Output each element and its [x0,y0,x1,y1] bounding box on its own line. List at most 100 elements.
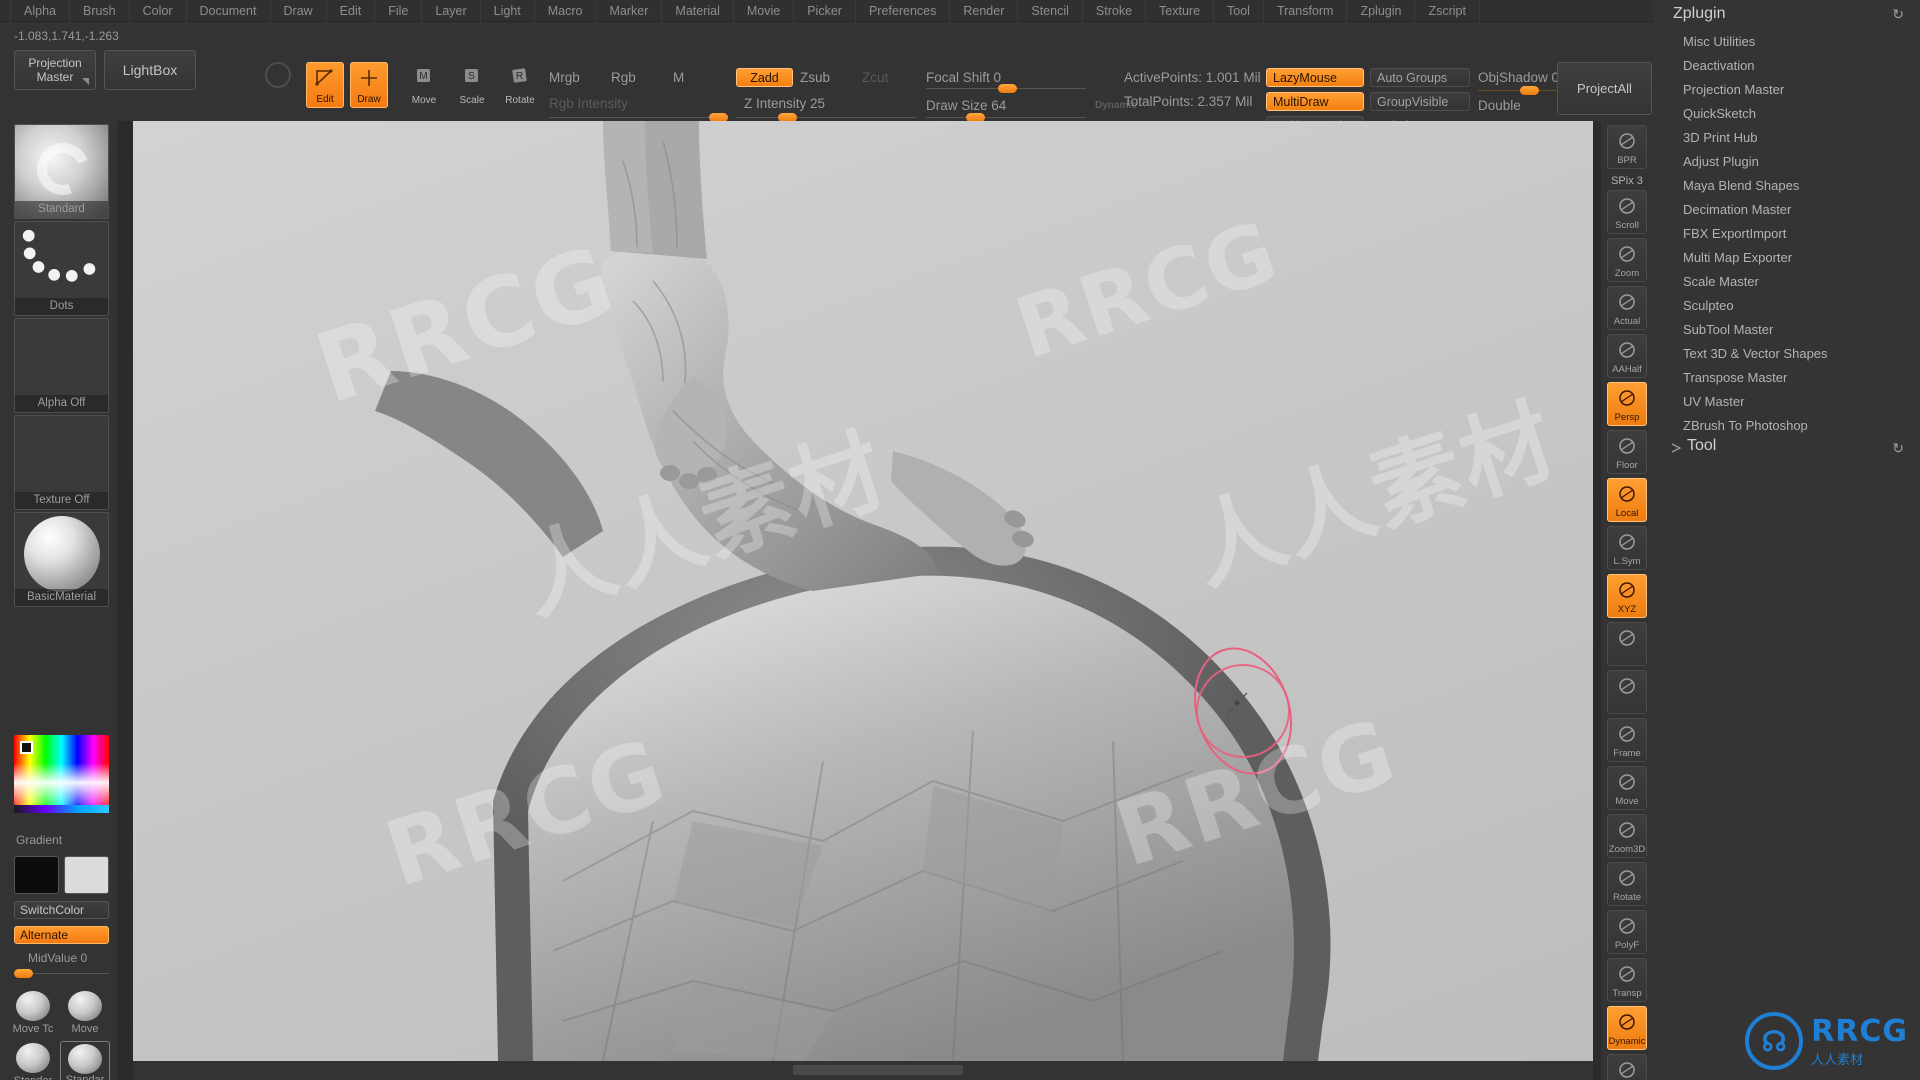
rail-button-scroll[interactable]: Scroll [1607,190,1647,234]
zplugin-item-fbx-exportimport[interactable]: FBX ExportImport [1683,226,1786,241]
project-all-button[interactable]: ProjectAll [1557,62,1652,115]
zplugin-item-maya-blend-shapes[interactable]: Maya Blend Shapes [1683,178,1799,193]
z-intensity-label[interactable]: Z Intensity 25 [744,96,825,111]
menu-item-zplugin[interactable]: Zplugin [1347,0,1415,22]
rail-button-dynamic[interactable]: Dynamic [1607,1006,1647,1050]
draw-size-slider[interactable] [926,117,1086,118]
quick-pick-brush[interactable]: Standar [8,1041,58,1080]
zplugin-item-scale-master[interactable]: Scale Master [1683,274,1759,289]
lightbox-button[interactable]: LightBox [104,50,196,90]
rail-button-actual[interactable]: Actual [1607,286,1647,330]
menu-item-movie[interactable]: Movie [734,0,794,22]
focal-shift-slider[interactable] [926,88,1086,89]
group-visible-toggle[interactable]: GroupVisible [1370,92,1470,111]
rail-button-xyz[interactable]: XYZ [1607,574,1647,618]
zplugin-item-uv-master[interactable]: UV Master [1683,394,1744,409]
rail-button-zoom3d[interactable]: Zoom3D [1607,814,1647,858]
mid-value-label[interactable]: MidValue 0 [28,951,87,965]
focal-shift-knob[interactable] [998,84,1017,93]
tool-refresh-icon[interactable]: ↻ [1892,440,1904,457]
menu-item-edit[interactable]: Edit [327,0,376,22]
current-brush-swatch[interactable]: Standard [14,124,109,219]
draw-size-label[interactable]: Draw Size 64 [926,98,1006,113]
rail-button-floor[interactable]: Floor [1607,430,1647,474]
menu-item-texture[interactable]: Texture [1146,0,1214,22]
quick-pick-brush[interactable]: Move Tc [8,989,58,1035]
projection-master-button[interactable]: Projection Master [14,50,96,90]
zplugin-item-subtool-master[interactable]: SubTool Master [1683,322,1773,337]
zplugin-item-3d-print-hub[interactable]: 3D Print Hub [1683,130,1757,145]
lazy-mouse-toggle[interactable]: LazyMouse [1266,68,1364,87]
rail-button-rotate[interactable]: Rotate [1607,862,1647,906]
canvas-scrollbar-horizontal[interactable] [133,1061,1593,1080]
menu-item-zscript[interactable]: Zscript [1415,0,1480,22]
menu-item-alpha[interactable]: Alpha [10,0,70,22]
color-picker-marker[interactable] [20,741,33,754]
zplugin-item-quicksketch[interactable]: QuickSketch [1683,106,1756,121]
rail-button-persp[interactable]: Persp [1607,382,1647,426]
multi-draw-toggle[interactable]: MultiDraw [1266,92,1364,111]
rgb-intensity-label[interactable]: Rgb Intensity [549,96,628,111]
zplugin-item-adjust-plugin[interactable]: Adjust Plugin [1683,154,1759,169]
current-texture-swatch[interactable]: Texture Off [14,415,109,510]
rgb-intensity-slider[interactable] [549,117,719,118]
scale-button[interactable]: S Scale [453,62,491,108]
draw-button[interactable]: Draw [350,62,388,108]
rail-button-solo[interactable]: Solo [1607,1054,1647,1080]
menu-item-draw[interactable]: Draw [271,0,327,22]
menu-item-stencil[interactable]: Stencil [1018,0,1083,22]
zplugin-item-deactivation[interactable]: Deactivation [1683,58,1755,73]
m-toggle[interactable]: M [673,70,684,85]
gradient-bar[interactable] [14,805,109,813]
rail-button-zoom[interactable]: Zoom [1607,238,1647,282]
zcut-toggle[interactable]: Zcut [862,70,888,85]
current-material-swatch[interactable]: BasicMaterial [14,512,109,607]
quick-pick-brush[interactable]: Standar [60,1041,110,1080]
mid-value-slider[interactable] [14,973,109,974]
zplugin-item-sculpteo[interactable]: Sculpteo [1683,298,1734,313]
menu-item-render[interactable]: Render [950,0,1018,22]
rail-label-spix[interactable]: SPix 3 [1601,175,1653,187]
secondary-color-swatch[interactable] [64,856,109,894]
rail-button-bpr[interactable]: BPR [1607,125,1647,169]
mid-value-knob[interactable] [14,969,33,978]
obj-shadow-knob[interactable] [1520,86,1539,95]
focal-shift-label[interactable]: Focal Shift 0 [926,70,1001,85]
rail-button-rotate-ccw-icon[interactable] [1607,622,1647,666]
rail-button-local[interactable]: Local [1607,478,1647,522]
zplugin-item-misc-utilities[interactable]: Misc Utilities [1683,34,1755,49]
zadd-toggle[interactable]: Zadd [736,68,793,87]
menu-item-marker[interactable]: Marker [597,0,663,22]
menu-item-macro[interactable]: Macro [535,0,597,22]
menu-item-stroke[interactable]: Stroke [1083,0,1146,22]
zplugin-item-text-3d-vector-shapes[interactable]: Text 3D & Vector Shapes [1683,346,1828,361]
rail-button-move[interactable]: Move [1607,766,1647,810]
viewport-canvas[interactable]: RRCG RRCG RRCG RRCG 人人素材 人人素材 [133,121,1593,1061]
current-stroke-swatch[interactable]: Dots [14,221,109,316]
z-intensity-slider[interactable] [736,117,916,118]
tool-collapse-icon[interactable] [1671,440,1681,450]
color-picker[interactable] [14,735,109,805]
menu-item-picker[interactable]: Picker [794,0,856,22]
rail-button-frame[interactable]: Frame [1607,718,1647,762]
menu-item-tool[interactable]: Tool [1214,0,1264,22]
zplugin-item-projection-master[interactable]: Projection Master [1683,82,1784,97]
zplugin-item-zbrush-to-photoshop[interactable]: ZBrush To Photoshop [1683,418,1808,433]
menu-item-color[interactable]: Color [130,0,187,22]
move-button[interactable]: M Move [405,62,443,108]
alternate-button[interactable]: Alternate [14,926,109,944]
menu-item-file[interactable]: File [375,0,422,22]
auto-groups-toggle[interactable]: Auto Groups [1370,68,1470,87]
rail-button-transp[interactable]: Transp [1607,958,1647,1002]
rail-button-lsym[interactable]: L.Sym [1607,526,1647,570]
zplugin-item-multi-map-exporter[interactable]: Multi Map Exporter [1683,250,1792,265]
zplugin-item-decimation-master[interactable]: Decimation Master [1683,202,1791,217]
quick-pick-brush[interactable]: Move [60,989,110,1035]
menu-item-brush[interactable]: Brush [70,0,130,22]
zsub-toggle[interactable]: Zsub [800,70,830,85]
switch-color-button[interactable]: SwitchColor [14,901,109,919]
rail-button-rotate-cw-icon[interactable] [1607,670,1647,714]
menu-item-transform[interactable]: Transform [1264,0,1348,22]
rail-button-aahalf[interactable]: AAHalf [1607,334,1647,378]
menu-item-preferences[interactable]: Preferences [856,0,950,22]
